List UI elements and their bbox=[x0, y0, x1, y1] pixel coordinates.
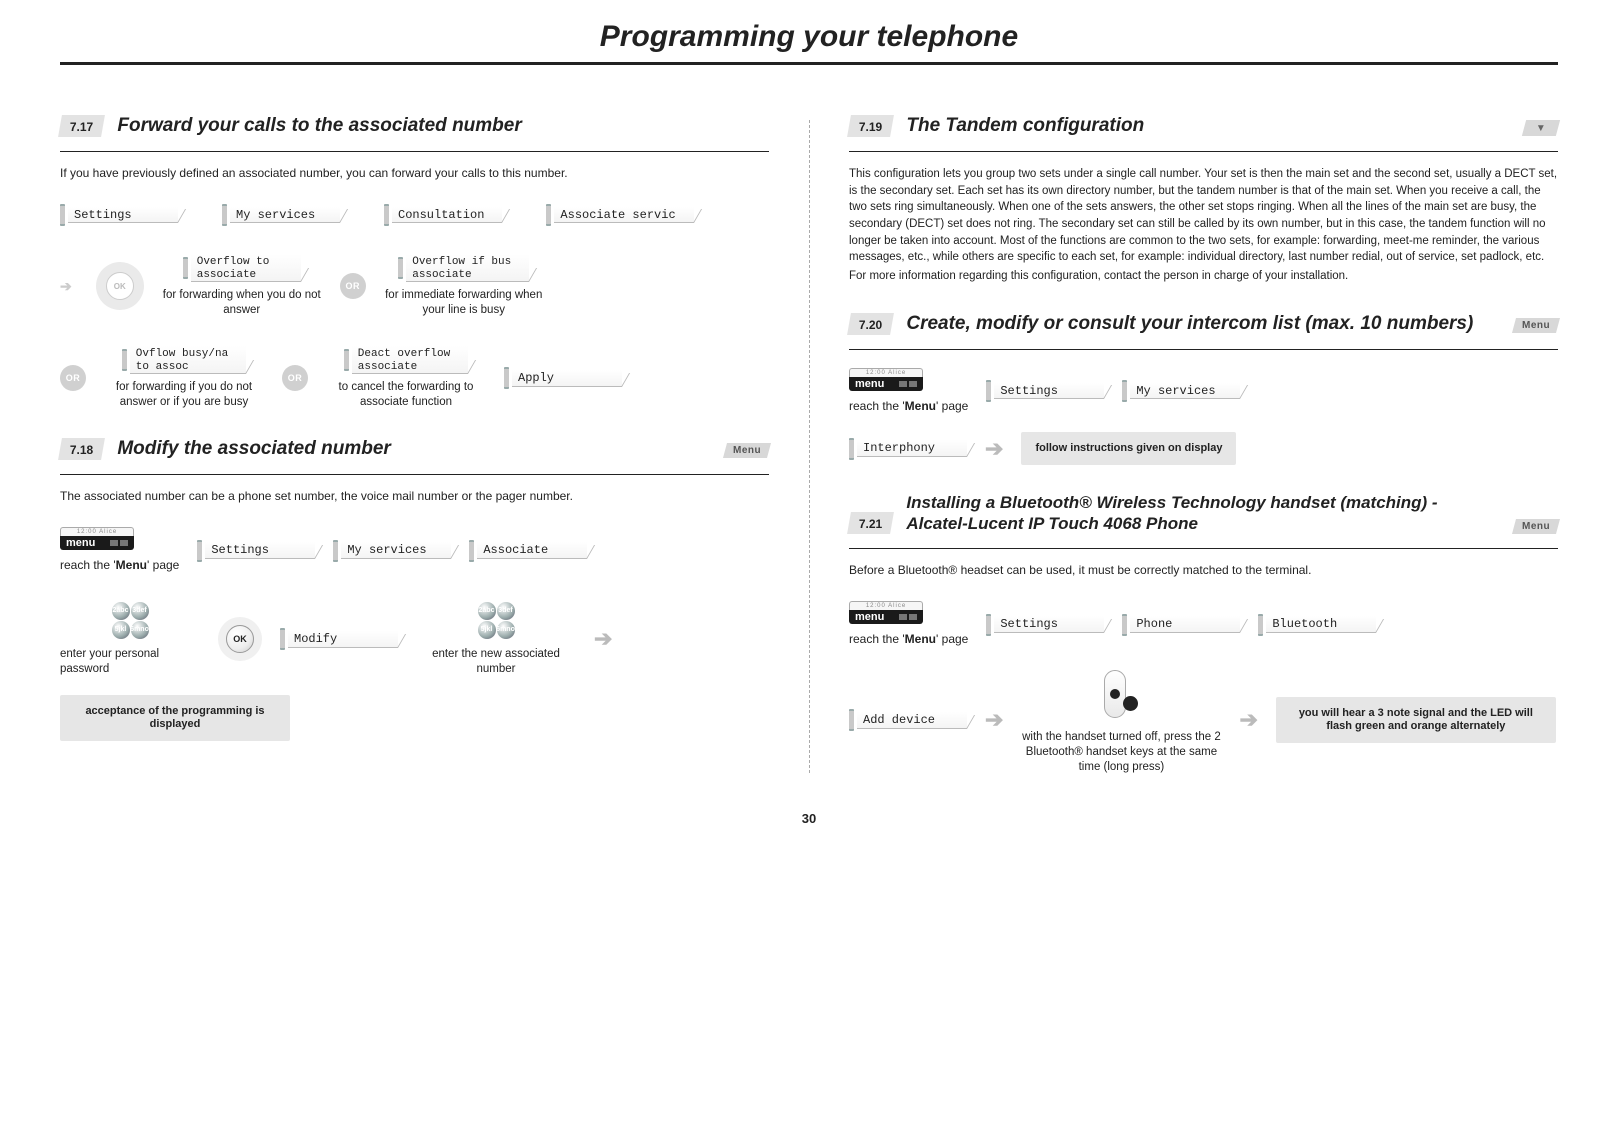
caption: reach the 'Menu' page bbox=[60, 558, 179, 574]
section-number: 7.20 bbox=[847, 313, 894, 335]
caption: for immediate forwarding when your line … bbox=[384, 288, 544, 318]
softkey-consultation: Consultation bbox=[384, 204, 502, 226]
down-badge: ▼ bbox=[1522, 120, 1560, 136]
softkey-associate-services: Associate servic bbox=[546, 204, 693, 226]
menu-page-icon: 12:00 Alice menu bbox=[849, 601, 923, 624]
or-badge: OR bbox=[340, 273, 366, 299]
section-rule bbox=[60, 474, 769, 475]
menu-badge: Menu bbox=[1512, 519, 1560, 534]
section-number: 7.21 bbox=[847, 512, 894, 534]
arrow-icon: ➔ bbox=[594, 626, 612, 652]
softkey-bluetooth: Bluetooth bbox=[1258, 614, 1376, 636]
keypad-icon: 2abc3def 5jkl6mno bbox=[112, 602, 149, 639]
caption: to cancel the forwarding to associate fu… bbox=[326, 380, 486, 410]
softkey-my-services: My services bbox=[333, 540, 451, 562]
menu-badge: Menu bbox=[723, 443, 771, 458]
arrow-icon: ➔ bbox=[60, 278, 72, 295]
section-intro: If you have previously defined an associ… bbox=[60, 166, 769, 180]
softkey-modify: Modify bbox=[280, 628, 398, 650]
softkey-settings: Settings bbox=[197, 540, 315, 562]
menu-page-icon: 12:00 Alice menu bbox=[60, 527, 134, 550]
section-intro: Before a Bluetooth® headset can be used,… bbox=[849, 563, 1558, 577]
section-number: 7.17 bbox=[58, 115, 105, 137]
section-title: Installing a Bluetooth® Wireless Technol… bbox=[906, 493, 1500, 534]
section-title: Create, modify or consult your intercom … bbox=[906, 313, 1500, 335]
section-rule bbox=[849, 548, 1558, 549]
softkey-overflow-to-assoc: Overflow toassociate bbox=[183, 254, 301, 282]
softkey-settings: Settings bbox=[986, 380, 1104, 402]
caption: enter your personal password bbox=[60, 647, 200, 677]
softkey-ovflow-busy-na: Ovflow busy/nato assoc bbox=[122, 346, 246, 374]
or-badge: OR bbox=[282, 365, 308, 391]
section-title: The Tandem configuration bbox=[906, 115, 1510, 137]
section-body: For more information regarding this conf… bbox=[849, 268, 1558, 285]
softkey-interphony: Interphony bbox=[849, 438, 967, 460]
column-divider bbox=[809, 120, 810, 773]
result-box: acceptance of the programming is display… bbox=[60, 695, 290, 741]
softkey-my-services: My services bbox=[222, 204, 340, 226]
softkey-settings: Settings bbox=[60, 204, 178, 226]
page-title: Programming your telephone bbox=[60, 20, 1558, 54]
softkey-apply: Apply bbox=[504, 367, 622, 389]
nav-disc-icon: OK bbox=[96, 262, 144, 310]
arrow-icon: ➔ bbox=[1239, 707, 1257, 733]
bluetooth-handset-icon bbox=[1097, 666, 1145, 722]
section-title: Modify the associated number bbox=[117, 438, 711, 460]
arrow-icon: ➔ bbox=[985, 707, 1003, 733]
arrow-icon: ➔ bbox=[985, 436, 1003, 462]
caption: with the handset turned off, press the 2… bbox=[1021, 730, 1221, 775]
caption: reach the 'Menu' page bbox=[849, 632, 968, 648]
section-number: 7.19 bbox=[847, 115, 894, 137]
section-number: 7.18 bbox=[58, 438, 105, 460]
menu-page-icon: 12:00 Alice menu bbox=[849, 368, 923, 391]
caption: for forwarding when you do not answer bbox=[162, 288, 322, 318]
caption: for forwarding if you do not answer or i… bbox=[104, 380, 264, 410]
or-badge: OR bbox=[60, 365, 86, 391]
menu-badge: Menu bbox=[1512, 318, 1560, 333]
section-intro: The associated number can be a phone set… bbox=[60, 489, 769, 503]
softkey-deact-overflow: Deact overflowassociate bbox=[344, 346, 468, 374]
softkey-phone: Phone bbox=[1122, 614, 1240, 636]
result-box: follow instructions given on display bbox=[1021, 432, 1236, 465]
title-rule bbox=[60, 62, 1558, 65]
softkey-add-device: Add device bbox=[849, 709, 967, 731]
section-rule bbox=[60, 151, 769, 152]
ok-button-icon: OK bbox=[218, 617, 262, 661]
caption: enter the new associated number bbox=[416, 647, 576, 677]
keypad-icon: 2abc3def 5jkl6mno bbox=[478, 602, 515, 639]
section-title: Forward your calls to the associated num… bbox=[117, 115, 769, 137]
result-box: you will hear a 3 note signal and the LE… bbox=[1276, 697, 1556, 743]
softkey-overflow-if-busy: Overflow if busassociate bbox=[398, 254, 529, 282]
softkey-settings: Settings bbox=[986, 614, 1104, 636]
caption: reach the 'Menu' page bbox=[849, 399, 968, 415]
softkey-associate: Associate bbox=[469, 540, 587, 562]
section-body: This configuration lets you group two se… bbox=[849, 166, 1558, 266]
section-rule bbox=[849, 151, 1558, 152]
section-rule bbox=[849, 349, 1558, 350]
page-number: 30 bbox=[60, 811, 1558, 826]
softkey-my-services: My services bbox=[1122, 380, 1240, 402]
